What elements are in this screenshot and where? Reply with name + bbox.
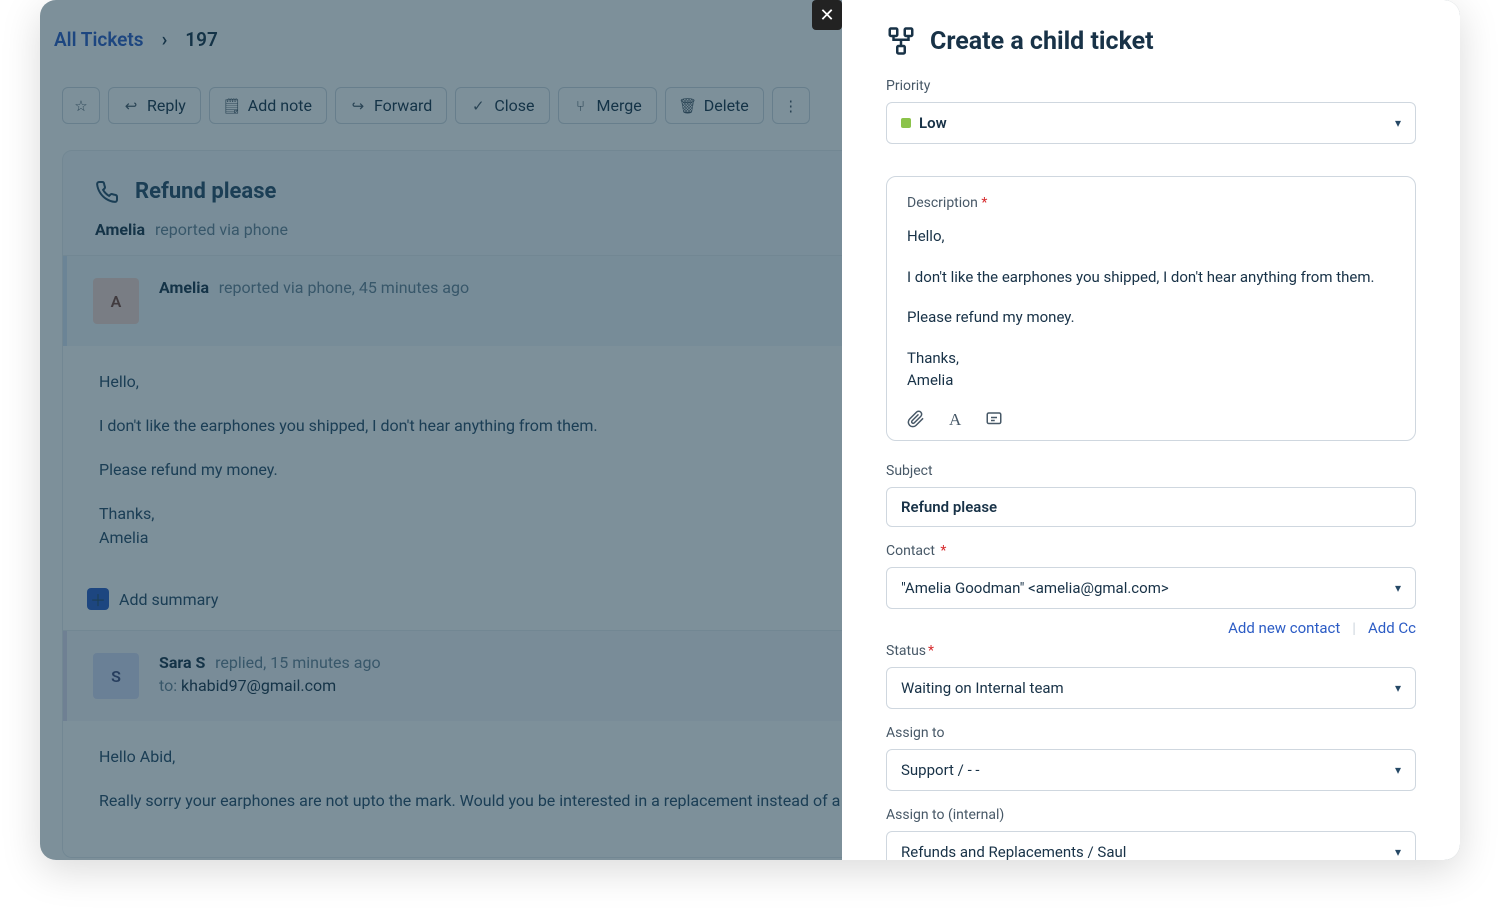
attach-icon[interactable]: [907, 410, 925, 430]
description-line: Hello,: [907, 225, 1395, 248]
assign-to-label: Assign to: [886, 725, 1416, 741]
status-select[interactable]: Waiting on Internal team ▾: [886, 667, 1416, 709]
panel-title-text: Create a child ticket: [930, 27, 1154, 56]
child-ticket-icon: [886, 26, 916, 56]
chevron-down-icon: ▾: [1395, 681, 1401, 695]
priority-select[interactable]: Low ▾: [886, 102, 1416, 144]
contact-select[interactable]: "Amelia Goodman" <amelia@gmal.com> ▾: [886, 567, 1416, 609]
description-line: Thanks,: [907, 347, 1395, 370]
assign-internal-select[interactable]: Refunds and Replacements / Saul ▾: [886, 831, 1416, 861]
priority-value: Low: [919, 114, 947, 132]
assign-to-select[interactable]: Support / - - ▾: [886, 749, 1416, 791]
chevron-down-icon: ▾: [1395, 581, 1401, 595]
contact-value: "Amelia Goodman" <amelia@gmal.com>: [901, 579, 1169, 597]
priority-label: Priority: [886, 78, 1416, 94]
assign-to-value: Support / - -: [901, 761, 980, 779]
chevron-down-icon: ▾: [1395, 763, 1401, 777]
status-label: Status: [886, 643, 926, 659]
chevron-down-icon: ▾: [1395, 845, 1401, 859]
close-icon: ✕: [819, 5, 834, 26]
add-new-contact-link[interactable]: Add new contact: [1228, 619, 1340, 637]
canned-response-icon[interactable]: [985, 410, 1003, 430]
subject-input[interactable]: [886, 487, 1416, 527]
description-line: Amelia: [907, 369, 1395, 392]
description-editor[interactable]: Description * Hello, I don't like the ea…: [886, 176, 1416, 441]
child-ticket-panel: Create a child ticket Priority Low ▾ Des…: [842, 0, 1460, 860]
chevron-down-icon: ▾: [1395, 116, 1401, 130]
priority-dot-icon: [901, 118, 911, 128]
assign-internal-value: Refunds and Replacements / Saul: [901, 843, 1126, 861]
contact-label: Contact: [886, 543, 935, 559]
subject-label: Subject: [886, 463, 1416, 479]
status-value: Waiting on Internal team: [901, 679, 1064, 697]
assign-internal-label: Assign to (internal): [886, 807, 1416, 823]
close-panel-button[interactable]: ✕: [812, 0, 842, 30]
add-cc-link[interactable]: Add Cc: [1368, 619, 1416, 637]
description-label: Description: [907, 195, 978, 211]
description-line: Please refund my money.: [907, 306, 1395, 329]
text-format-icon[interactable]: A: [949, 410, 961, 430]
description-line: I don't like the earphones you shipped, …: [907, 266, 1395, 289]
